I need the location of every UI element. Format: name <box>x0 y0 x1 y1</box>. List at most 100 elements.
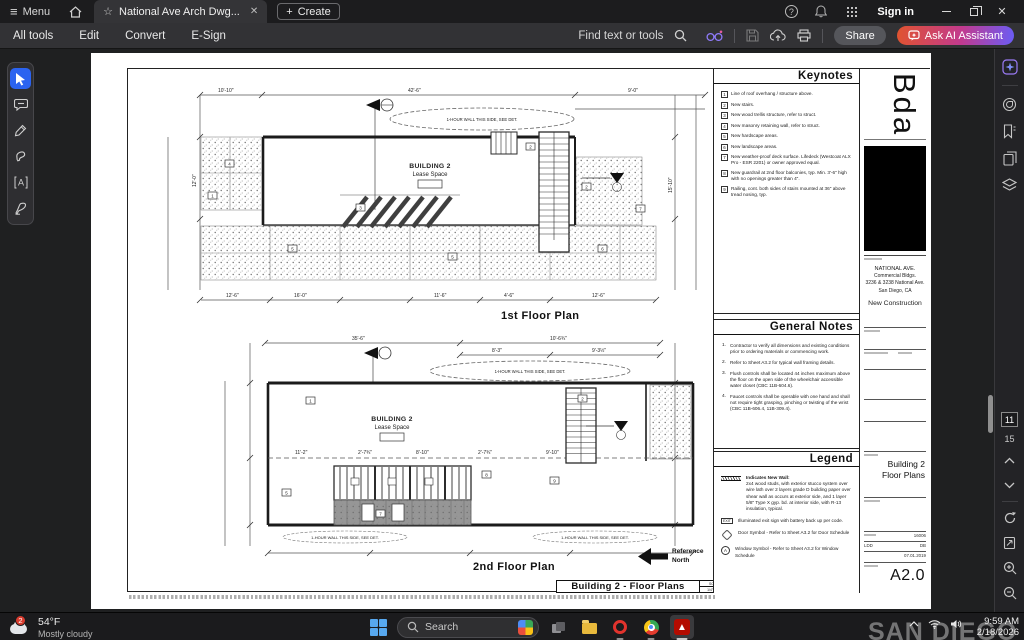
page-thumbnails-panel-icon[interactable] <box>1001 149 1019 167</box>
new-wall-symbol <box>721 476 741 481</box>
tab-close-icon[interactable]: ✕ <box>250 6 258 17</box>
svg-text:BUILDING 2: BUILDING 2 <box>409 163 451 170</box>
svg-text:2'-7¾": 2'-7¾" <box>478 450 492 456</box>
file-explorer-button[interactable] <box>577 615 601 639</box>
checked-by: DB <box>920 543 926 548</box>
cloud-upload-icon[interactable] <box>770 29 786 42</box>
home-tab[interactable] <box>60 0 90 23</box>
highlight-tool[interactable] <box>10 146 31 167</box>
chrome-icon <box>644 620 659 635</box>
north-arrow-icon <box>638 548 668 565</box>
svg-text:9'-3½": 9'-3½" <box>592 347 606 354</box>
esign-menu[interactable]: E-Sign <box>178 23 239 48</box>
zoom-in-icon[interactable] <box>1001 559 1019 577</box>
sign-tool[interactable] <box>10 198 31 219</box>
windows-taskbar: SAN DIEGO MLS 2 54°F Mostly cloudy Searc… <box>0 612 1024 640</box>
start-button[interactable] <box>366 615 390 639</box>
apps-grid-icon[interactable] <box>843 4 859 20</box>
ai-assistant-panel-icon[interactable] <box>1001 58 1019 76</box>
current-page-input[interactable]: 11 <box>1001 412 1018 427</box>
sheet-title: Building 2 - Floor Plans <box>557 581 699 592</box>
taskbar-clock[interactable]: 9:59 AM 2/18/2026 <box>977 616 1019 638</box>
select-tool[interactable] <box>10 68 31 89</box>
windows-logo-icon <box>370 619 387 636</box>
quick-tools-rail: A <box>7 62 34 225</box>
create-button[interactable]: + Create <box>277 3 339 20</box>
svg-text:10'-10": 10'-10" <box>218 88 234 94</box>
svg-text:35'-6": 35'-6" <box>352 336 365 342</box>
svg-text:11'-6": 11'-6" <box>434 293 447 299</box>
previous-page-button[interactable] <box>1001 451 1019 469</box>
sign-in-button[interactable]: Sign in <box>877 6 914 18</box>
cursor-arrow-icon <box>14 72 27 86</box>
general-notes-title: General Notes <box>714 320 860 335</box>
svg-text:2'-7¾": 2'-7¾" <box>358 450 372 456</box>
window-restore-button[interactable] <box>960 0 988 23</box>
date-label: 2/18/2026 <box>977 627 1019 638</box>
main-toolbar: All tools Edit Convert E-Sign Find text … <box>0 23 1024 49</box>
share-button[interactable]: Share <box>834 26 885 45</box>
title-block: Bda NATIONAL AVE. Commercial Bldgs. 3236… <box>859 69 930 593</box>
task-view-icon <box>552 622 565 633</box>
svg-text:8'-3": 8'-3" <box>492 348 502 354</box>
opera-button[interactable] <box>608 615 632 639</box>
exit-sign-symbol: EXIT <box>721 518 733 524</box>
pdf-page[interactable]: 10'-10" 42'-6" 9'-0" 12'-6" 16'-0" 11'-6… <box>91 53 931 609</box>
window-minimize-button[interactable] <box>932 0 960 23</box>
weather-widget[interactable]: 2 54°F Mostly cloudy <box>8 616 93 639</box>
rotate-page-icon[interactable] <box>1001 509 1019 527</box>
layers-panel-icon[interactable] <box>1001 176 1019 194</box>
sheet-border: 10'-10" 42'-6" 9'-0" 12'-6" 16'-0" 11'-6… <box>127 68 930 592</box>
app-titlebar: ≡ Menu ☆ National Ave Arch Dwg... ✕ + Cr… <box>0 0 1024 23</box>
task-view-button[interactable] <box>546 615 570 639</box>
help-button[interactable]: ? <box>783 4 799 20</box>
draw-tool[interactable] <box>10 120 31 141</box>
folder-icon <box>582 623 597 634</box>
project-address: NATIONAL AVE. Commercial Bldgs. 3236 & 3… <box>862 265 928 295</box>
svg-text:1-HOUR WALL THIS SIDE, SEE DET: 1-HOUR WALL THIS SIDE, SEE DET. <box>447 117 518 122</box>
svg-text:10'-6¾": 10'-6¾" <box>550 336 567 342</box>
menu-label: Menu <box>23 6 51 18</box>
wifi-icon[interactable] <box>928 619 941 629</box>
search-icon[interactable] <box>674 29 687 42</box>
fit-page-icon[interactable] <box>1001 534 1019 552</box>
find-text-label[interactable]: Find text or tools <box>578 30 663 42</box>
tray-chevron-icon[interactable] <box>909 621 919 627</box>
drawn-by: LDD <box>864 543 873 548</box>
vertical-scrollbar[interactable] <box>988 395 993 433</box>
svg-text:1-HOUR WALL THIS SIDE, SEE DET: 1-HOUR WALL THIS SIDE, SEE DET. <box>495 369 566 374</box>
ai-glasses-icon[interactable] <box>706 30 723 42</box>
convert-menu[interactable]: Convert <box>112 23 178 48</box>
svg-text:42'-6": 42'-6" <box>408 88 421 94</box>
comment-tool[interactable] <box>10 94 31 115</box>
document-tab[interactable]: ☆ National Ave Arch Dwg... ✕ <box>94 0 267 23</box>
plus-icon: + <box>286 6 292 18</box>
sheet-fineprint <box>129 595 717 599</box>
general-notes-panel: General Notes 1.Contractor to verify all… <box>714 319 860 449</box>
zoom-out-icon[interactable] <box>1001 584 1019 602</box>
print-icon[interactable] <box>797 29 811 42</box>
notifications-bell-icon[interactable] <box>813 4 829 20</box>
keynotes-title: Keynotes <box>714 69 860 84</box>
acrobat-button[interactable]: ▲ <box>670 615 694 639</box>
save-icon <box>746 29 759 42</box>
window-close-button[interactable]: ✕ <box>988 0 1016 23</box>
plan2-label: 2nd Floor Plan <box>473 561 555 573</box>
add-text-icon: A <box>14 176 28 189</box>
comments-panel-icon[interactable] <box>1001 95 1019 113</box>
taskbar-search[interactable]: Search <box>397 617 539 638</box>
add-text-tool[interactable]: A <box>10 172 31 193</box>
edit-menu[interactable]: Edit <box>66 23 112 48</box>
all-tools-menu[interactable]: All tools <box>0 23 66 48</box>
star-icon[interactable]: ☆ <box>103 5 113 18</box>
ask-ai-assistant-button[interactable]: Ask AI Assistant <box>897 26 1014 45</box>
svg-text:4'-6": 4'-6" <box>504 293 514 299</box>
chrome-button[interactable] <box>639 615 663 639</box>
floor-plan-1-drawing: 10'-10" 42'-6" 9'-0" 12'-6" 16'-0" 11'-6… <box>130 75 712 327</box>
total-pages-label: 15 <box>1004 434 1014 444</box>
volume-icon[interactable] <box>950 619 962 629</box>
svg-text:9'-0": 9'-0" <box>628 88 638 94</box>
menu-button[interactable]: ≡ Menu <box>0 0 60 23</box>
bookmarks-panel-icon[interactable] <box>1001 122 1019 140</box>
next-page-button[interactable] <box>1001 476 1019 494</box>
